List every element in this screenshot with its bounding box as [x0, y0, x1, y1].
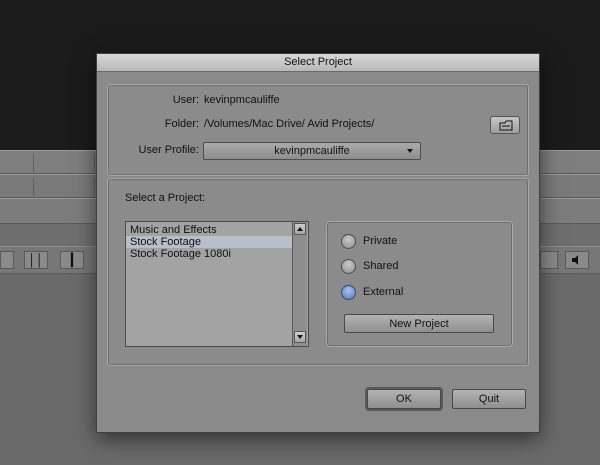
background-toolbar-segment — [0, 154, 34, 172]
speaker-icon[interactable] — [565, 251, 589, 269]
mark-in-out-icon[interactable]: ││ — [24, 251, 48, 269]
radio-button[interactable] — [341, 234, 356, 249]
background-toolbar-segment — [0, 178, 34, 196]
user-value: kevinpmcauliffe — [204, 94, 280, 106]
user-profile-dropdown[interactable]: kevinpmcauliffe — [203, 142, 421, 160]
project-list-scrollbar[interactable] — [292, 222, 307, 346]
project-list-item-selected[interactable]: Stock Footage — [126, 236, 292, 248]
radio-private-label: Private — [363, 235, 398, 247]
radio-external-label: External — [363, 286, 404, 298]
select-project-label: Select a Project: — [125, 192, 206, 204]
folder-browse-icon — [499, 120, 513, 131]
mark-clip-icon[interactable]: ┃ — [60, 251, 84, 269]
radio-shared-label: Shared — [363, 260, 399, 272]
dialog-title: Select Project — [97, 54, 539, 72]
scroll-up-arrow-icon — [297, 227, 303, 231]
folder-browse-button[interactable] — [490, 116, 520, 134]
radio-button[interactable] — [341, 259, 356, 274]
background-blank-button[interactable] — [540, 251, 558, 269]
project-list-item[interactable]: Music and Effects — [126, 224, 292, 236]
chevron-down-icon — [407, 149, 413, 153]
scroll-down-arrow-icon — [297, 335, 303, 339]
user-label: User: — [172, 94, 199, 106]
project-list[interactable]: Music and Effects Stock Footage Stock Fo… — [125, 221, 309, 347]
background-edge-button[interactable] — [0, 251, 14, 269]
quit-button[interactable]: Quit — [452, 389, 526, 409]
project-list-item[interactable]: Stock Footage 1080i — [126, 248, 292, 260]
user-profile-label: User Profile: — [138, 144, 199, 156]
ok-button[interactable]: OK — [367, 389, 441, 409]
scroll-up-button[interactable] — [294, 223, 306, 235]
background-toolbar-segment — [34, 178, 95, 196]
scroll-down-button[interactable] — [294, 331, 306, 343]
select-project-dialog: Select Project User: kevinpmcauliffe Fol… — [96, 53, 540, 433]
radio-button-checked[interactable] — [341, 285, 356, 300]
user-profile-value: kevinpmcauliffe — [274, 145, 350, 157]
folder-path: /Volumes/Mac Drive/ Avid Projects/ — [204, 118, 375, 130]
new-project-button[interactable]: New Project — [344, 314, 494, 333]
background-toolbar-segment — [34, 154, 95, 172]
folder-label: Folder: — [164, 118, 199, 130]
